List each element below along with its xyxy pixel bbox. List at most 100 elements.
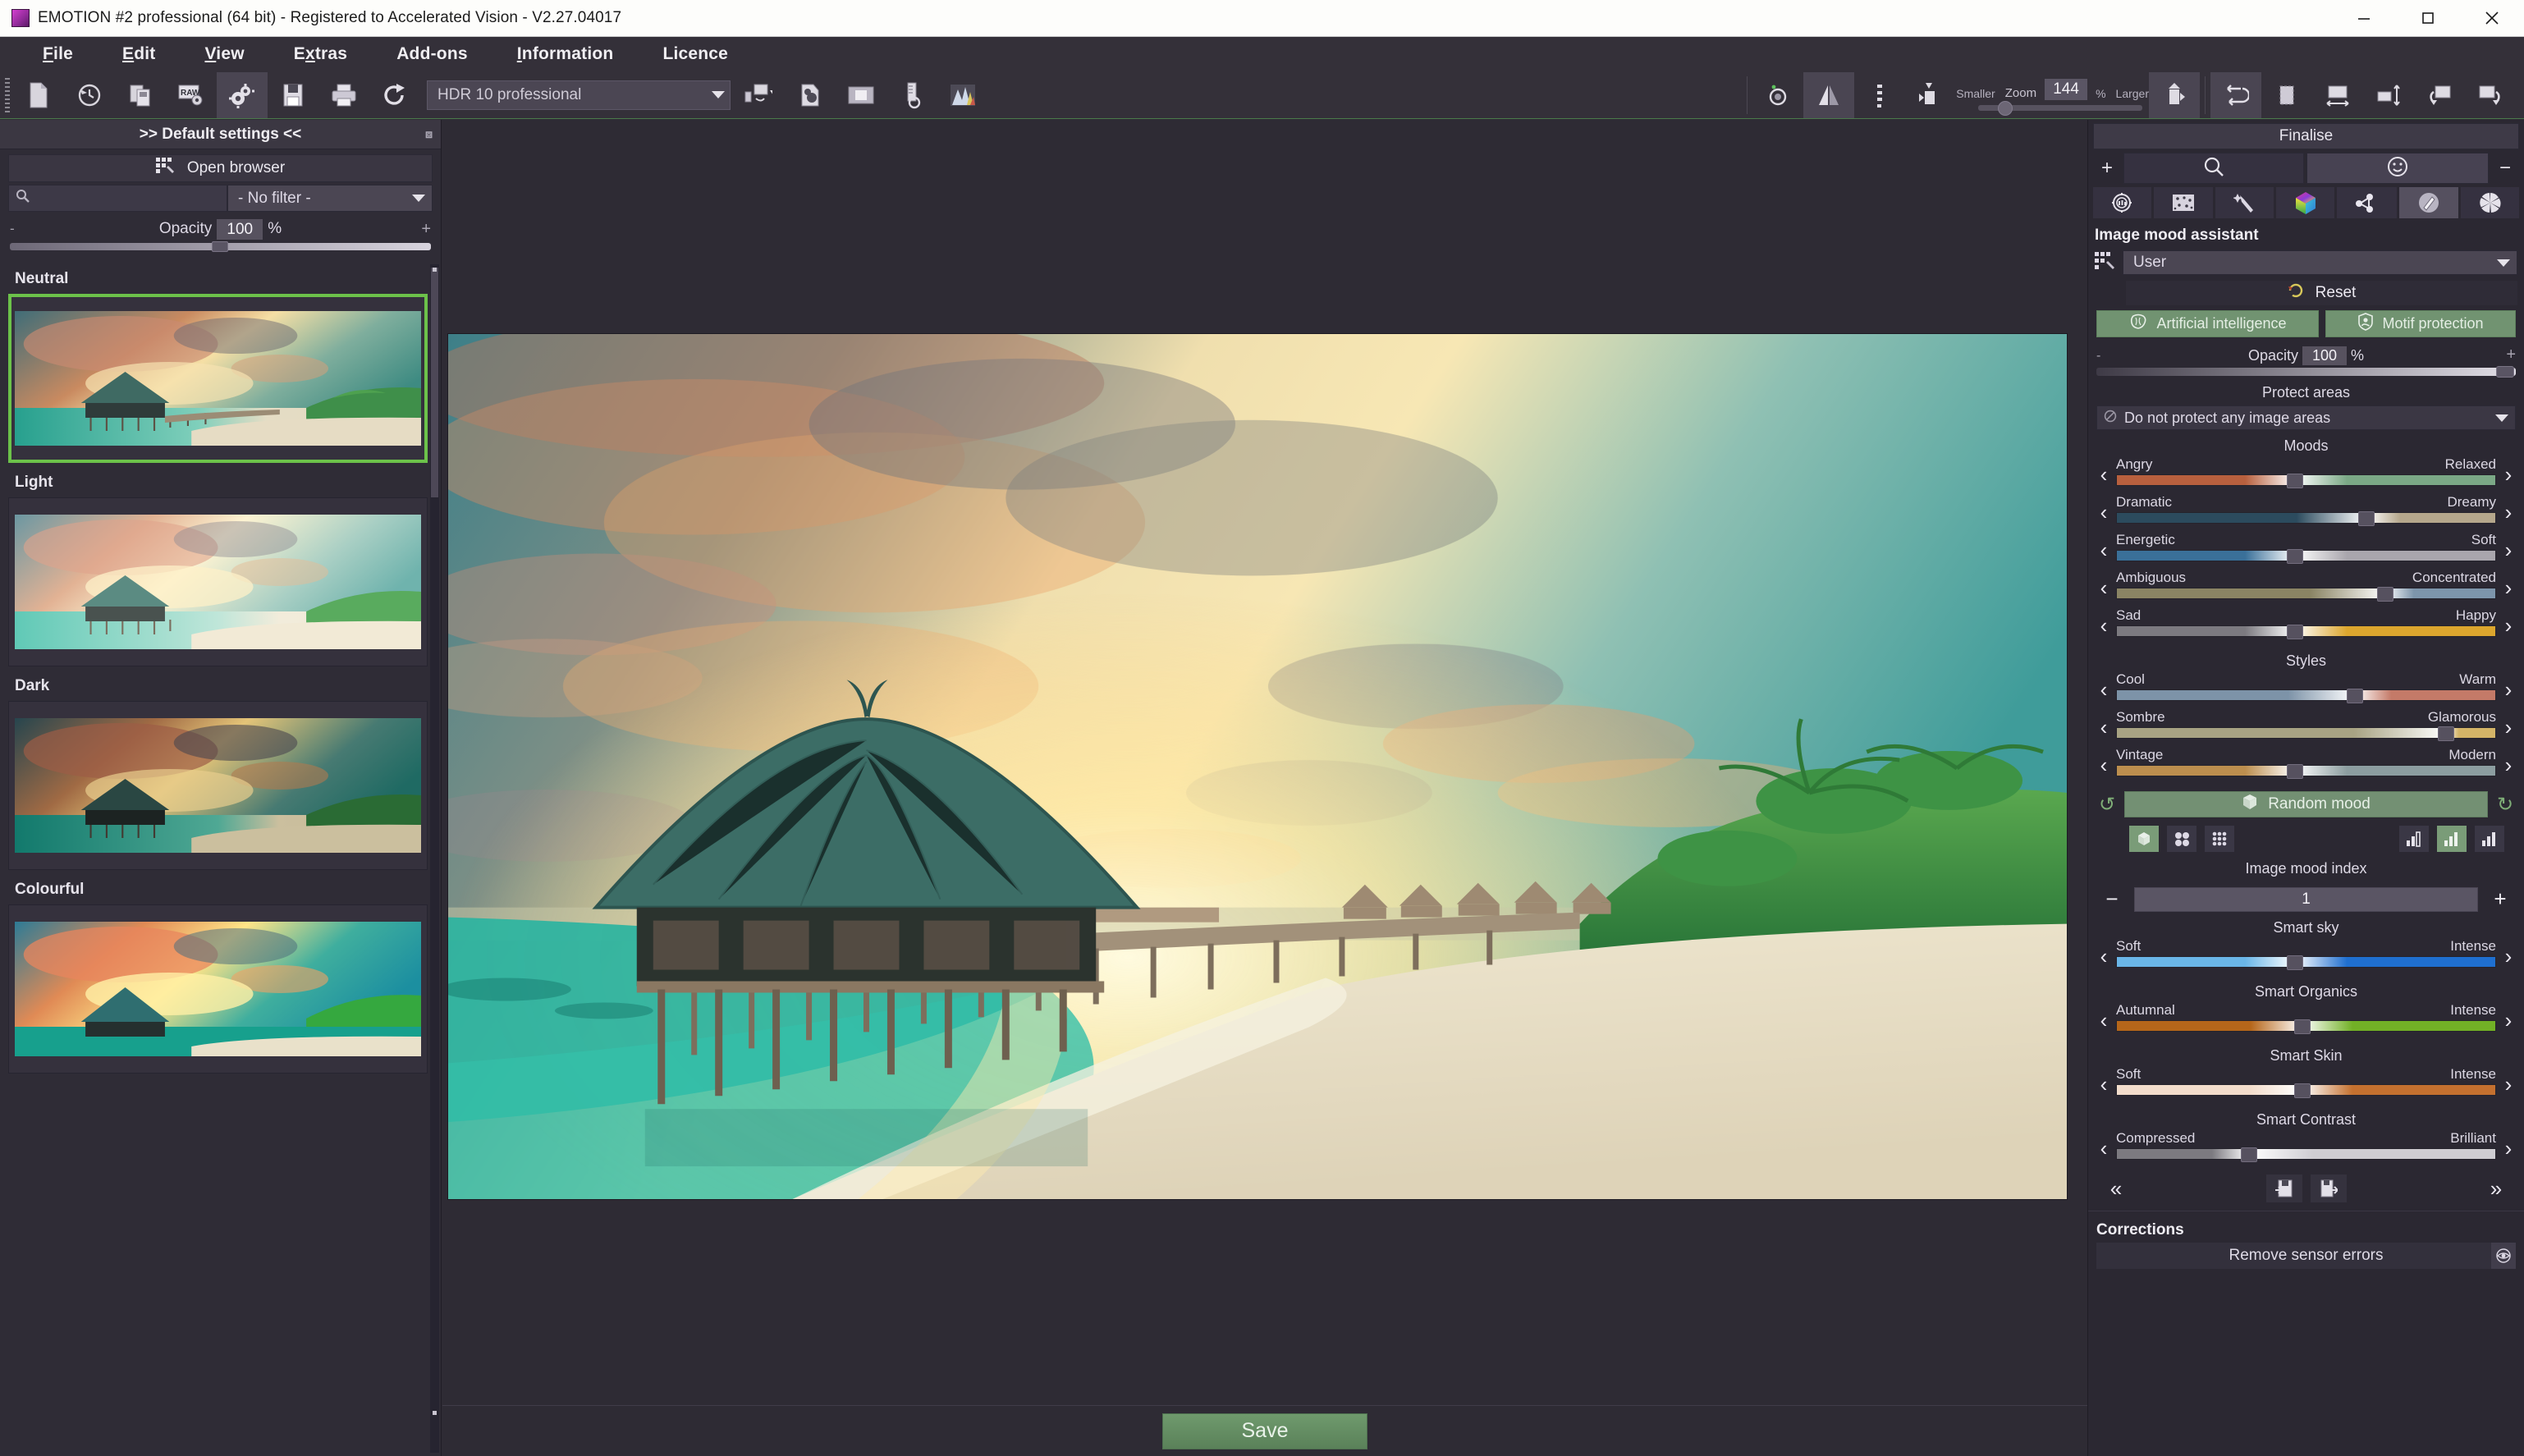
preview-image[interactable]	[447, 333, 2068, 1200]
slider-prev-arrow[interactable]: ‹	[2093, 532, 2114, 568]
slider-next-arrow[interactable]: ›	[2498, 1130, 2519, 1166]
finalise-button[interactable]: Finalise	[2093, 123, 2519, 149]
search-input[interactable]	[8, 185, 227, 212]
add-layer-button[interactable]: +	[2093, 153, 2121, 184]
save-settings-icon[interactable]	[2310, 1174, 2347, 1202]
slider-next-arrow[interactable]: ›	[2498, 671, 2519, 707]
slider-prev-arrow[interactable]: ‹	[2093, 1002, 2114, 1038]
right-opacity-value[interactable]: 100	[2302, 346, 2347, 365]
menu-licence[interactable]: Licence	[638, 37, 753, 71]
zoom-slider-thumb[interactable]	[1998, 101, 2013, 116]
filter-select[interactable]: - No filter -	[227, 185, 433, 212]
histogram-icon[interactable]	[937, 72, 988, 118]
slider-track[interactable]	[2116, 1083, 2496, 1098]
slider-thumb[interactable]	[2347, 689, 2364, 703]
assistant-preset-select[interactable]: User	[2123, 250, 2517, 275]
preset-list[interactable]: Neutral Light Dark Colourful	[8, 264, 428, 1456]
menu-file[interactable]: File	[18, 37, 98, 71]
preset-combo[interactable]: HDR 10 professional	[427, 80, 731, 110]
image-canvas[interactable]	[442, 120, 2087, 1405]
save-disk-icon[interactable]	[268, 72, 318, 118]
slider-thumb[interactable]	[2293, 1083, 2311, 1098]
fit-smaller-icon[interactable]	[1905, 72, 1956, 118]
slider-thumb[interactable]	[2438, 726, 2455, 741]
open-browser-button[interactable]: Open browser	[8, 154, 433, 182]
slider-thumb[interactable]	[2286, 625, 2303, 639]
slider-track[interactable]	[2116, 1019, 2496, 1034]
slider-thumb[interactable]	[2377, 587, 2394, 602]
menu-information[interactable]: Information	[492, 37, 639, 71]
index-plus-button[interactable]: +	[2486, 886, 2514, 912]
slider-thumb[interactable]	[2286, 549, 2303, 564]
slider-next-arrow[interactable]: ›	[2498, 456, 2519, 492]
opacity-plus-button[interactable]: +	[421, 220, 431, 239]
toolbar-drag-handle[interactable]	[5, 77, 10, 112]
slider-prev-arrow[interactable]: ‹	[2093, 938, 2114, 974]
slider-track[interactable]	[2116, 955, 2496, 970]
slider-prev-arrow[interactable]: ‹	[2093, 494, 2114, 530]
right-opacity-thumb[interactable]	[2496, 366, 2514, 378]
remove-layer-button[interactable]: −	[2491, 153, 2519, 184]
slider-thumb[interactable]	[2286, 764, 2303, 779]
left-opacity-slider[interactable]	[10, 241, 431, 252]
slider-prev-arrow[interactable]: ‹	[2093, 747, 2114, 783]
slider-track[interactable]	[2116, 1147, 2496, 1162]
random-mood-button[interactable]: Random mood	[2124, 791, 2488, 817]
slider-prev-arrow[interactable]: ‹	[2093, 709, 2114, 745]
slider-track[interactable]	[2116, 764, 2496, 779]
protect-areas-select[interactable]: Do not protect any image areas	[2096, 405, 2516, 430]
slider-thumb[interactable]	[2286, 474, 2303, 488]
history-icon[interactable]	[64, 72, 115, 118]
slider-thumb[interactable]	[2358, 511, 2375, 526]
slider-next-arrow[interactable]: ›	[2498, 570, 2519, 606]
noise-grain-icon[interactable]	[2153, 187, 2214, 218]
exposure-gear-icon[interactable]	[2093, 187, 2151, 218]
right-opacity-minus[interactable]: -	[2096, 349, 2100, 364]
index-minus-button[interactable]: −	[2098, 886, 2126, 912]
slider-next-arrow[interactable]: ›	[2498, 747, 2519, 783]
batch-copy-icon[interactable]	[115, 72, 166, 118]
scrollbar-thumb[interactable]	[431, 268, 438, 497]
right-opacity-plus[interactable]: +	[2506, 346, 2516, 364]
compare-view-icon[interactable]	[836, 72, 886, 118]
mirror-compare-icon[interactable]	[1803, 71, 1855, 118]
slider-track[interactable]	[2116, 689, 2496, 703]
panel-undock-icon[interactable]: ⧈	[425, 127, 433, 141]
rotate-left-icon[interactable]	[2414, 72, 2465, 118]
save-button[interactable]: Save	[1162, 1413, 1367, 1449]
menu-view[interactable]: View	[180, 37, 268, 71]
hand-preview-icon[interactable]	[1752, 72, 1803, 118]
slider-track[interactable]	[2116, 726, 2496, 741]
menu-addons[interactable]: Add-ons	[372, 37, 492, 71]
nav-next-button[interactable]: »	[2476, 1174, 2516, 1202]
zoom-value[interactable]: 144	[2045, 79, 2088, 100]
tab-mood[interactable]	[2306, 153, 2489, 184]
slider-prev-arrow[interactable]: ‹	[2093, 1130, 2114, 1166]
minimize-icon[interactable]	[2332, 0, 2396, 36]
slider-track[interactable]	[2116, 625, 2496, 639]
undo-arrow-icon[interactable]: ↺	[2095, 793, 2119, 817]
slider-thumb[interactable]	[2286, 955, 2303, 970]
reset-button[interactable]: Reset	[2126, 281, 2517, 305]
slider-prev-arrow[interactable]: ‹	[2093, 671, 2114, 707]
strength-medium-icon[interactable]	[2437, 826, 2467, 852]
menu-edit[interactable]: Edit	[98, 37, 180, 71]
measure-probe-icon[interactable]	[886, 72, 937, 118]
slider-next-arrow[interactable]: ›	[2498, 1066, 2519, 1102]
preset-card-neutral[interactable]	[8, 294, 428, 463]
zoom-larger-icon[interactable]	[2149, 71, 2200, 118]
slider-next-arrow[interactable]: ›	[2498, 1002, 2519, 1038]
color-cube-icon[interactable]	[2276, 187, 2334, 218]
slider-next-arrow[interactable]: ›	[2498, 494, 2519, 530]
slider-prev-arrow[interactable]: ‹	[2093, 570, 2114, 606]
eye-preview-icon[interactable]	[2491, 1243, 2516, 1269]
menu-extras[interactable]: Extras	[269, 37, 372, 71]
sharpen-wand-icon[interactable]	[2215, 187, 2274, 218]
index-value[interactable]: 1	[2134, 886, 2478, 912]
print-icon[interactable]	[318, 72, 369, 118]
nav-prev-button[interactable]: «	[2096, 1174, 2136, 1202]
slider-thumb[interactable]	[2293, 1019, 2311, 1034]
slider-prev-arrow[interactable]: ‹	[2093, 456, 2114, 492]
gears-settings-icon[interactable]	[217, 71, 268, 118]
selective-edit-icon[interactable]	[785, 72, 836, 118]
